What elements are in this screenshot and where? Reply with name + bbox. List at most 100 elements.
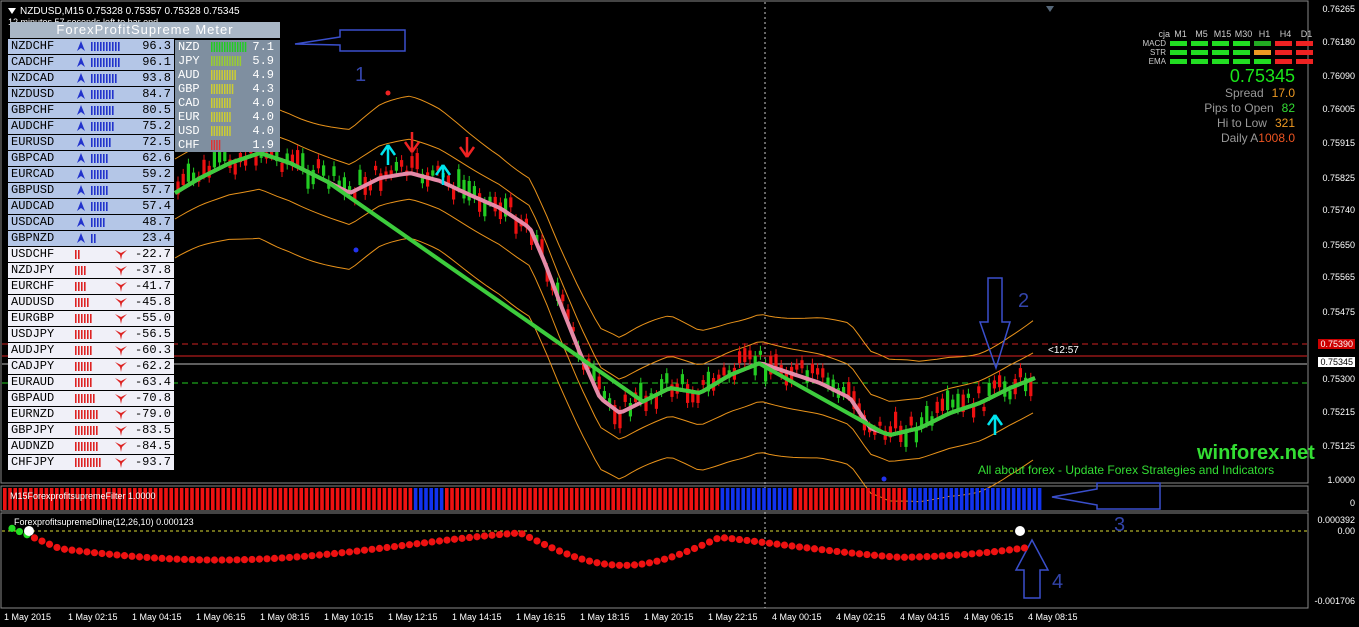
strength-bars: [73, 391, 113, 406]
pair-name: NZDUSD: [11, 87, 55, 101]
trend-up-icon: [73, 231, 89, 246]
mtf-signal-cell: [1191, 50, 1208, 55]
candle-body: [431, 170, 435, 176]
pair-row: USDJPY -56.5: [8, 327, 174, 342]
scroll-marker-icon: [1046, 6, 1054, 12]
filter-bar: [356, 488, 361, 510]
candle-body: [358, 169, 362, 186]
dline-dot: [495, 530, 504, 539]
trend-down-icon: [113, 311, 129, 326]
currency-bars: [210, 139, 252, 151]
mtf-signal-cell: [1170, 59, 1187, 64]
dline-dot: [1020, 544, 1029, 552]
currency-row: NZD 7.1: [175, 40, 280, 54]
filter-bar: [923, 488, 927, 510]
dline-dot: [773, 540, 781, 548]
dline-dot: [908, 553, 916, 561]
dline-dot: [953, 551, 961, 559]
mtf-col-label: H1: [1258, 29, 1271, 39]
dline-axis-top: 0.000392: [1317, 515, 1355, 525]
dline-dot: [855, 550, 864, 558]
filter-bar: [200, 488, 205, 510]
candle-body: [998, 375, 1002, 388]
dline-dot: [653, 557, 661, 565]
pair-value: -63.4: [134, 375, 171, 389]
dline-dot: [375, 544, 384, 553]
dline-dot: [525, 533, 534, 542]
filter-bar: [315, 488, 319, 510]
mtf-header: cja M1 M5 M15 M30 H1 H4 D1: [1130, 29, 1317, 39]
trend-down-icon: [113, 423, 129, 438]
dropdown-icon[interactable]: [8, 8, 16, 15]
filter-bar: [736, 488, 740, 510]
trend-up-icon: [73, 199, 89, 214]
filter-bar: [169, 488, 173, 510]
pair-name: GBPJPY: [11, 423, 55, 437]
pair-value: -93.7: [134, 455, 171, 469]
pair-value: -45.8: [134, 295, 171, 309]
time-tick-label: 1 May 04:15: [132, 612, 182, 622]
currency-value: 4.0: [252, 96, 274, 110]
pips-label: Pips to Open: [1204, 101, 1274, 115]
price-tick-label: 0.75345: [1318, 356, 1355, 367]
filter-bar: [658, 488, 662, 510]
pair-value: 57.7: [142, 183, 171, 197]
time-tick-label: 4 May 04:15: [900, 612, 950, 622]
dline-dot: [600, 560, 609, 568]
currency-name: USD: [178, 124, 200, 138]
annotation-3: 3: [1114, 514, 1126, 536]
pair-name: NZDCHF: [11, 39, 55, 53]
filter-bar: [205, 488, 210, 510]
pair-row: CADCHF 96.1: [8, 55, 174, 70]
filter-bar: [237, 488, 241, 510]
countdown-label: <12:57: [1048, 345, 1079, 356]
mtf-row: STR: [1130, 48, 1317, 57]
filter-bar: [216, 488, 220, 510]
dline-dot: [758, 538, 766, 546]
candle-body: [296, 150, 300, 166]
filter-bar: [460, 488, 465, 510]
filter-bar: [913, 488, 917, 510]
filter-bar: [377, 488, 381, 510]
currency-name: NZD: [178, 40, 200, 54]
dline-dot: [285, 553, 294, 562]
pair-value: -60.3: [134, 343, 171, 357]
strength-bars: [89, 39, 129, 54]
filter-bar: [606, 488, 610, 510]
filter-bar: [382, 488, 387, 510]
filter-bar: [720, 488, 725, 510]
dline-dot: [765, 539, 774, 547]
pair-name: CHFJPY: [11, 455, 55, 469]
filter-bar: [471, 488, 475, 510]
dline-dot: [983, 548, 991, 557]
currency-bars: [210, 55, 252, 67]
filter-bar: [413, 488, 418, 510]
pair-name: AUDCHF: [11, 119, 55, 133]
pair-value: -79.0: [134, 407, 171, 421]
mtf-col-label: D1: [1300, 29, 1313, 39]
dline-dot: [743, 536, 751, 545]
filter-bar: [1006, 488, 1011, 510]
currency-row: GBP 4.3: [175, 82, 280, 96]
pair-row: EURNZD -79.0: [8, 407, 174, 422]
dline-dot: [585, 557, 594, 565]
price-tick-label: 0.76180: [1322, 36, 1355, 47]
filter-bar: [257, 488, 262, 510]
dline-dot: [578, 555, 586, 563]
pair-row: GBPNZD 23.4: [8, 231, 174, 246]
pair-value: 96.3: [142, 39, 171, 53]
time-tick-label: 1 May 08:15: [260, 612, 310, 622]
dline-dot: [90, 549, 99, 557]
filter-bar: [881, 488, 886, 510]
dline-dot: [668, 553, 676, 561]
time-tick-label: 1 May 06:15: [196, 612, 246, 622]
dline-dot: [113, 551, 121, 559]
pair-name: EURUSD: [11, 135, 55, 149]
dline-dot: [135, 553, 144, 561]
filter-bar: [725, 488, 730, 510]
filter-bar: [647, 488, 652, 510]
dline-dot: [315, 551, 324, 559]
dline-dot: [885, 552, 894, 561]
filter-bar: [954, 488, 959, 510]
filter-bar: [304, 488, 309, 510]
